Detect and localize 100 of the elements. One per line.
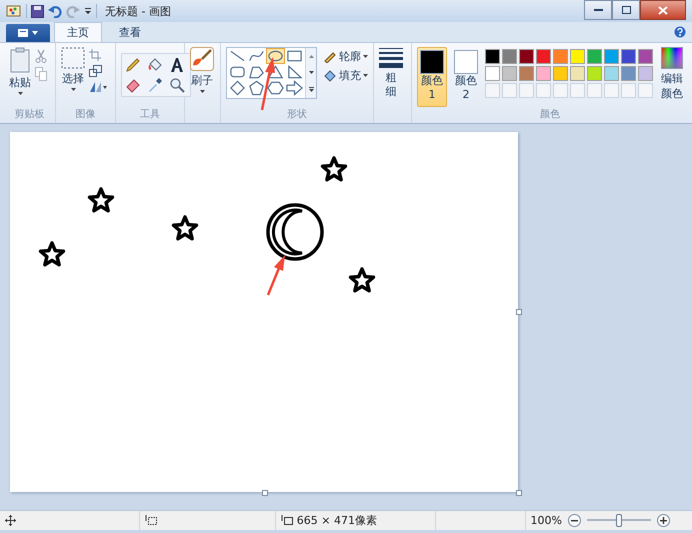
color-swatch[interactable] xyxy=(485,66,500,81)
minus-icon xyxy=(571,517,578,524)
empty-swatch[interactable] xyxy=(570,83,585,98)
paste-button[interactable]: 粘贴 xyxy=(9,47,31,107)
color-swatch[interactable] xyxy=(485,49,500,64)
color-swatch[interactable] xyxy=(621,66,636,81)
empty-swatch[interactable] xyxy=(621,83,636,98)
close-icon xyxy=(658,6,668,14)
resize-handle[interactable] xyxy=(516,309,522,315)
copy-icon[interactable] xyxy=(35,67,47,81)
resize-icon[interactable] xyxy=(89,65,102,77)
rectangle-shape-button[interactable] xyxy=(285,48,304,64)
curve-shape-button[interactable] xyxy=(247,48,266,64)
edit-colors-button[interactable]: 编辑颜色 xyxy=(661,47,683,107)
clipboard-icon xyxy=(10,47,30,73)
empty-swatch[interactable] xyxy=(604,83,619,98)
color-swatch[interactable] xyxy=(570,66,585,81)
star-shape xyxy=(172,215,198,240)
undo-icon[interactable] xyxy=(48,4,62,18)
scroll-up-icon[interactable] xyxy=(308,54,314,58)
annotation-arrow xyxy=(266,255,285,296)
empty-swatch[interactable] xyxy=(638,83,653,98)
polygon-shape-button[interactable] xyxy=(247,64,266,80)
color-swatch[interactable] xyxy=(536,49,551,64)
slider-thumb[interactable] xyxy=(616,514,622,527)
group-label: 颜色 xyxy=(539,108,561,122)
fill-bucket-icon[interactable] xyxy=(147,57,164,73)
maximize-icon xyxy=(622,6,630,14)
resize-handle[interactable] xyxy=(516,490,522,496)
eraser-icon[interactable] xyxy=(125,77,142,93)
color-swatch[interactable] xyxy=(587,66,602,81)
line-shape-button[interactable] xyxy=(228,48,248,64)
color-swatch[interactable] xyxy=(553,66,568,81)
text-tool-icon[interactable] xyxy=(169,57,186,73)
help-icon[interactable] xyxy=(674,26,686,38)
empty-swatch[interactable] xyxy=(536,83,551,98)
plus-icon xyxy=(660,517,667,524)
group-label: 形状 xyxy=(286,108,308,122)
color-swatch[interactable] xyxy=(536,66,551,81)
paint-app-icon xyxy=(6,4,22,18)
rotate-icon[interactable] xyxy=(89,81,108,93)
dropdown-arrow-icon[interactable] xyxy=(84,7,92,15)
maximize-button[interactable] xyxy=(612,0,640,20)
size-button[interactable]: 粗细 xyxy=(379,47,404,123)
color-swatch[interactable] xyxy=(502,66,517,81)
color-swatch[interactable] xyxy=(502,49,517,64)
fill-bucket-icon xyxy=(323,70,338,82)
color-swatch[interactable] xyxy=(553,49,568,64)
empty-swatch[interactable] xyxy=(502,83,517,98)
color-swatch[interactable] xyxy=(587,49,602,64)
empty-swatch[interactable] xyxy=(553,83,568,98)
ribbon-tab[interactable]: 查看 xyxy=(106,22,154,42)
color-swatch[interactable] xyxy=(621,49,636,64)
expand-icon[interactable] xyxy=(308,86,314,92)
color-button[interactable]: 颜色 1 xyxy=(417,47,447,107)
save-icon[interactable] xyxy=(31,4,44,18)
minimize-button[interactable] xyxy=(584,0,612,20)
caret-icon xyxy=(70,88,76,91)
empty-swatch[interactable] xyxy=(587,83,602,98)
empty-swatch[interactable] xyxy=(485,83,500,98)
color-swatch[interactable] xyxy=(519,66,534,81)
fill-button[interactable]: 填充 xyxy=(323,68,368,83)
color-swatch[interactable] xyxy=(638,49,653,64)
ribbon-tab[interactable]: 主页 xyxy=(54,22,102,42)
selection-size-icon xyxy=(144,515,157,526)
canvas-size-icon xyxy=(280,515,293,526)
brushes-button[interactable]: 刷子 xyxy=(190,47,214,123)
minimize-icon xyxy=(594,8,602,12)
diamond-shape-button[interactable] xyxy=(228,80,248,96)
selection-icon xyxy=(61,47,86,69)
magnifier-icon[interactable] xyxy=(169,77,186,93)
hexagon-shape-button[interactable] xyxy=(266,80,286,96)
color-swatch[interactable] xyxy=(638,66,653,81)
resize-handle[interactable] xyxy=(262,490,268,496)
color-swatch[interactable] xyxy=(570,49,585,64)
color-swatch[interactable] xyxy=(519,49,534,64)
scroll-down-icon[interactable] xyxy=(308,70,314,74)
color-button[interactable]: 颜色 2 xyxy=(451,47,481,107)
zoom-level-text: 100% xyxy=(530,514,562,527)
file-menu-button[interactable] xyxy=(6,24,50,42)
close-button[interactable] xyxy=(640,0,686,20)
outline-button[interactable]: 轮廓 xyxy=(323,49,368,64)
star-shape xyxy=(348,267,376,292)
brush-icon xyxy=(190,47,214,71)
zoom-in-button[interactable] xyxy=(657,514,670,527)
color-swatch[interactable] xyxy=(604,66,619,81)
pencil-icon[interactable] xyxy=(125,57,142,73)
select-button[interactable]: 选择 xyxy=(61,47,86,107)
empty-swatch[interactable] xyxy=(519,83,534,98)
pentagon-shape-button[interactable] xyxy=(247,80,266,96)
arrow-shape-button[interactable] xyxy=(285,80,304,96)
window-title: 无标题 - 画图 xyxy=(105,4,171,18)
color-swatch[interactable] xyxy=(604,49,619,64)
eyedropper-icon[interactable] xyxy=(147,77,164,93)
group-label: 剪贴板 xyxy=(14,108,46,122)
rounded-shape-button[interactable] xyxy=(228,64,248,80)
zoom-out-button[interactable] xyxy=(568,514,581,527)
caret-icon xyxy=(363,55,368,58)
cut-icon[interactable] xyxy=(35,49,47,63)
oval-shape-button[interactable] xyxy=(266,48,286,64)
